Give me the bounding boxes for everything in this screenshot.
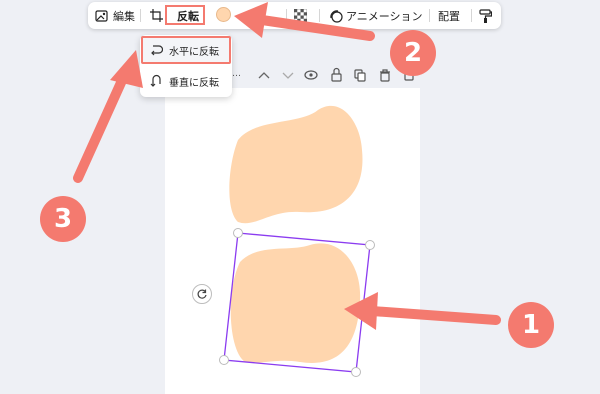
callout-badge-2: 2 xyxy=(390,30,436,76)
arrow-to-flip-horizontal xyxy=(73,50,143,183)
arrow-to-flip-button xyxy=(234,2,375,41)
arrow-to-shape xyxy=(344,292,501,330)
callout-badge-1: 1 xyxy=(508,302,554,348)
callout-badge-3: 3 xyxy=(40,196,86,242)
